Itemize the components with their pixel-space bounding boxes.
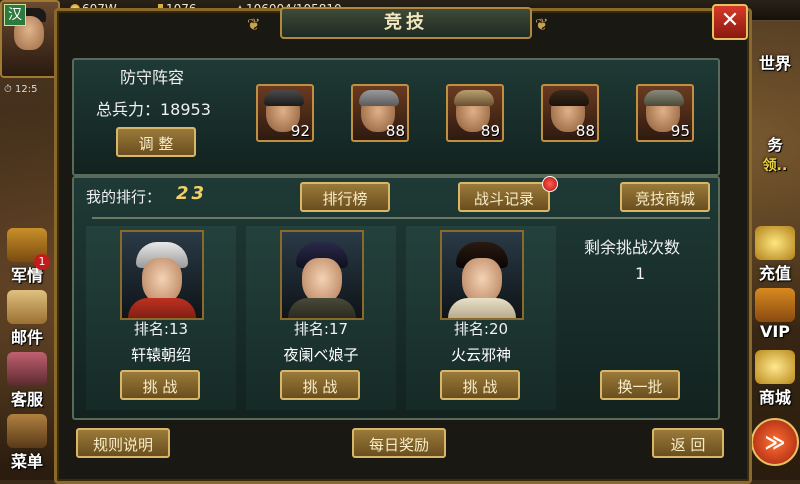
shop-icon xyxy=(755,350,795,384)
opponent-rank: 排名:17 xyxy=(293,320,349,338)
hero-helmet xyxy=(644,90,684,106)
task-sublabel: 领.. xyxy=(762,158,788,174)
hero-level: 92 xyxy=(290,122,310,140)
side-button-recharge[interactable]: 充值 xyxy=(750,226,800,284)
opponent-name: 火云邪神 xyxy=(450,346,511,364)
world-label: 世界 xyxy=(758,54,791,73)
portrait-body xyxy=(448,298,516,318)
support-icon xyxy=(7,352,47,386)
intel-badge: 1 xyxy=(34,254,50,270)
opponent-rank: 排名:20 xyxy=(453,320,509,338)
side-button-shop[interactable]: 商城 xyxy=(750,350,800,408)
mail-icon xyxy=(7,290,47,324)
side-button-intel[interactable]: 军情 1 xyxy=(2,228,52,286)
opponent-portrait[interactable] xyxy=(120,230,204,320)
daily-rewards-button[interactable]: 每日奖励 xyxy=(352,428,446,458)
recharge-label: 充值 xyxy=(758,264,791,283)
recharge-icon xyxy=(755,226,795,260)
portrait-body xyxy=(128,298,196,318)
leaderboard-button[interactable]: 排行榜 xyxy=(300,182,390,212)
remaining-challenges-label: 剩余挑战次数 xyxy=(584,238,681,257)
expand-arrow-icon: ≫ xyxy=(751,418,799,466)
mail-label: 邮件 xyxy=(10,328,43,347)
window-title-plate: 竞技 xyxy=(280,7,532,39)
vip-icon xyxy=(755,288,795,322)
back-button[interactable]: 返 回 xyxy=(652,428,724,458)
side-button-task[interactable]: 务 领.. xyxy=(750,134,800,184)
hero-helmet xyxy=(264,90,304,106)
hero-helmet xyxy=(359,90,399,106)
task-label: 务 xyxy=(767,136,783,154)
total-troops: 总兵力：18953 xyxy=(96,100,211,119)
shop-label: 商城 xyxy=(758,388,791,407)
nation-badge: 汉 xyxy=(4,4,26,26)
opponent-card: 排名:17 夜阑ベ娘子 挑 战 xyxy=(246,226,396,410)
menu-icon xyxy=(7,414,47,448)
close-button[interactable]: ✕ xyxy=(712,4,748,40)
player-avatar[interactable]: 汉 xyxy=(0,0,60,78)
my-rank-label: 我的排行： xyxy=(86,188,162,206)
hero-level: 88 xyxy=(575,122,595,140)
support-label: 客服 xyxy=(10,390,43,409)
opponent-card: 排名:20 火云邪神 挑 战 xyxy=(406,226,556,410)
battle-log-button[interactable]: 战斗记录 xyxy=(458,182,550,212)
ornament-right-icon: ❦ xyxy=(535,15,549,34)
refresh-opponents-button[interactable]: 换一批 xyxy=(600,370,680,400)
remaining-challenges-value: 1 xyxy=(635,264,646,283)
side-button-world[interactable]: 世界 xyxy=(750,40,800,98)
defense-title: 防守阵容 xyxy=(120,68,185,87)
hero-helmet xyxy=(454,90,494,106)
divider xyxy=(92,217,710,219)
hero-level: 88 xyxy=(385,122,405,140)
hero-level: 95 xyxy=(670,122,690,140)
side-button-mail[interactable]: 邮件 xyxy=(2,290,52,348)
defense-hero-slot[interactable]: 95 xyxy=(636,84,694,142)
defense-hero-slot[interactable]: 88 xyxy=(351,84,409,142)
clock-value: 12:5 xyxy=(14,84,38,95)
adjust-button[interactable]: 调 整 xyxy=(116,127,196,157)
defense-hero-slot[interactable]: 89 xyxy=(446,84,504,142)
vip-label: VIP xyxy=(759,322,791,341)
ornament-left-icon: ❦ xyxy=(247,15,261,34)
opponent-rank: 排名:13 xyxy=(133,320,189,338)
side-button-expand[interactable]: ≫ xyxy=(750,418,800,468)
side-button-menu[interactable]: 菜单 xyxy=(2,414,52,472)
window-title: 竞技 xyxy=(384,12,428,33)
opponent-name: 轩辕朝绍 xyxy=(130,346,191,364)
defense-hero-slot[interactable]: 92 xyxy=(256,84,314,142)
side-button-support[interactable]: 客服 xyxy=(2,352,52,410)
hero-level: 89 xyxy=(480,122,500,140)
clock-text: ⏱ 12:5 xyxy=(4,84,38,95)
portrait-body xyxy=(288,298,356,318)
side-button-vip[interactable]: VIP xyxy=(750,288,800,346)
opponent-name: 夜阑ベ娘子 xyxy=(283,346,359,364)
defense-hero-slot[interactable]: 88 xyxy=(541,84,599,142)
hero-helmet xyxy=(549,90,589,106)
world-icon xyxy=(755,40,795,50)
challenge-button[interactable]: 挑 战 xyxy=(120,370,200,400)
challenge-button[interactable]: 挑 战 xyxy=(440,370,520,400)
opponent-card: 排名:13 轩辕朝绍 挑 战 xyxy=(86,226,236,410)
notification-dot xyxy=(542,176,558,192)
challenge-button[interactable]: 挑 战 xyxy=(280,370,360,400)
rules-button[interactable]: 规则说明 xyxy=(76,428,170,458)
my-rank-value: 23 xyxy=(176,183,208,204)
opponent-portrait[interactable] xyxy=(280,230,364,320)
menu-label: 菜单 xyxy=(10,452,43,471)
arena-shop-button[interactable]: 竞技商城 xyxy=(620,182,710,212)
opponent-portrait[interactable] xyxy=(440,230,524,320)
